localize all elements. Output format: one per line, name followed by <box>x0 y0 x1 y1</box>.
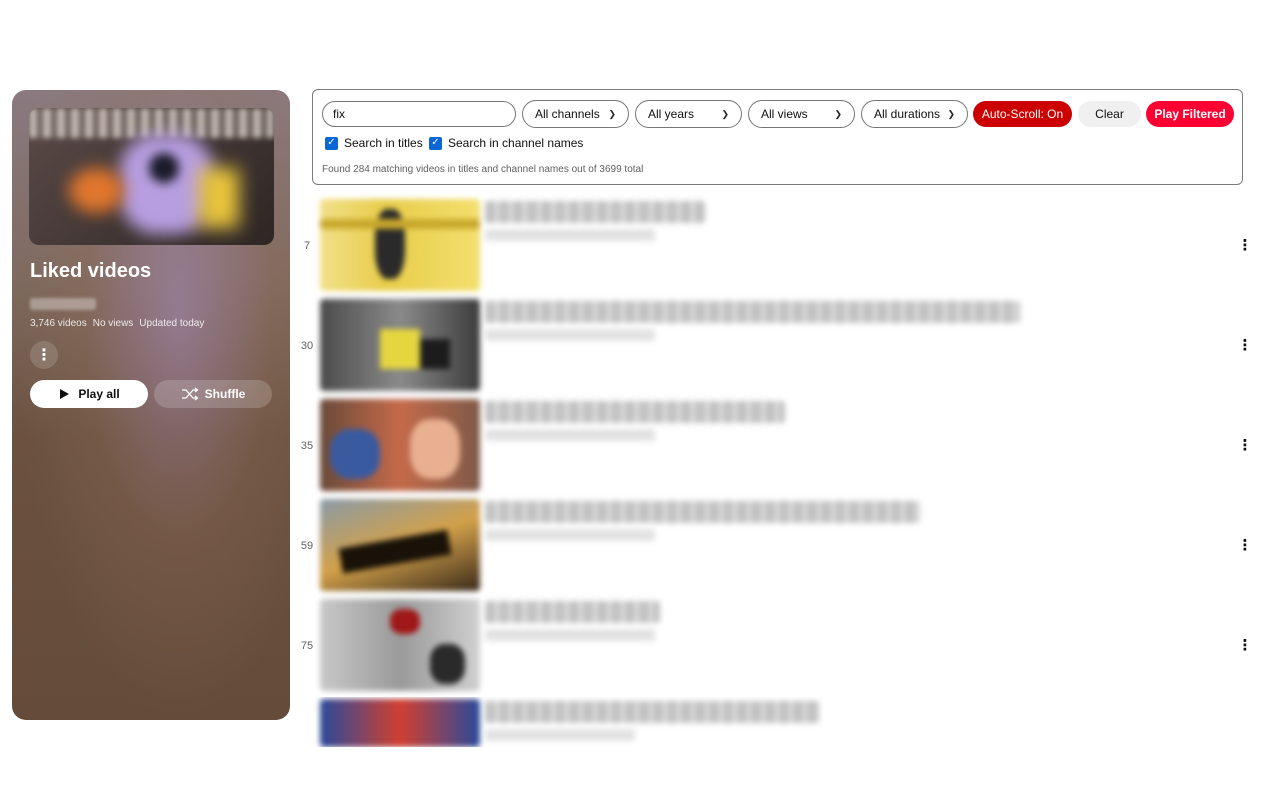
playlist-updated: Updated today <box>139 318 205 329</box>
video-row[interactable]: 75 ⋮ <box>295 597 1260 693</box>
play-filtered-button[interactable]: Play Filtered <box>1146 101 1234 127</box>
video-channel-blurred[interactable] <box>485 529 655 541</box>
video-channel-blurred[interactable] <box>485 429 655 441</box>
video-thumbnail[interactable] <box>320 699 480 747</box>
search-channels-checkbox[interactable]: ✓ Search in channel names <box>429 136 583 150</box>
shuffle-icon <box>181 387 199 401</box>
more-vert-icon[interactable]: ⋮ <box>1235 635 1255 655</box>
more-vert-icon[interactable]: ⋮ <box>1235 435 1255 455</box>
duration-select-value: All durations <box>874 107 941 121</box>
views-select-value: All views <box>761 107 808 121</box>
checkbox-checked-icon[interactable]: ✓ <box>429 136 442 150</box>
results-summary: Found 284 matching videos in titles and … <box>322 164 644 175</box>
playlist-meta: 3,746 videos No views Updated today <box>30 318 204 329</box>
video-thumbnail[interactable] <box>320 499 480 591</box>
video-row[interactable] <box>295 697 1260 747</box>
search-channels-label: Search in channel names <box>448 136 584 150</box>
video-index: 30 <box>300 340 314 352</box>
more-vert-icon[interactable]: ⋮ <box>1235 335 1255 355</box>
channel-select[interactable]: All channels ❯ <box>522 100 629 128</box>
channel-select-value: All channels <box>535 107 600 121</box>
video-channel-blurred[interactable] <box>485 329 655 341</box>
chevron-down-icon: ❯ <box>947 108 955 119</box>
year-select[interactable]: All years ❯ <box>635 100 742 128</box>
views-select[interactable]: All views ❯ <box>748 100 855 128</box>
chevron-down-icon: ❯ <box>608 108 616 119</box>
search-titles-checkbox[interactable]: ✓ Search in titles <box>325 136 423 150</box>
video-channel-blurred[interactable] <box>485 729 635 741</box>
auto-scroll-button[interactable]: Auto-Scroll: On <box>973 101 1072 127</box>
chevron-down-icon: ❯ <box>834 108 842 119</box>
video-title-blurred[interactable] <box>485 301 1020 323</box>
playlist-video-count: 3,746 videos <box>30 318 87 329</box>
video-row[interactable]: 7 ⋮ <box>295 197 1260 293</box>
more-vert-icon[interactable]: ⋮ <box>1235 535 1255 555</box>
duration-select[interactable]: All durations ❯ <box>861 100 968 128</box>
video-title-blurred[interactable] <box>485 601 660 623</box>
play-all-label: Play all <box>78 387 120 401</box>
shuffle-label: Shuffle <box>204 387 246 401</box>
play-all-button[interactable]: Play all <box>30 380 148 408</box>
checkbox-checked-icon[interactable]: ✓ <box>325 136 338 150</box>
video-channel-blurred[interactable] <box>485 629 655 641</box>
shuffle-button[interactable]: Shuffle <box>154 380 272 408</box>
video-row[interactable]: 35 ⋮ <box>295 397 1260 493</box>
video-index: 7 <box>303 240 311 252</box>
video-thumbnail[interactable] <box>320 399 480 491</box>
video-title-blurred[interactable] <box>485 201 705 223</box>
video-thumbnail[interactable] <box>320 299 480 391</box>
playlist-header-panel: Liked videos 3,746 videos No views Updat… <box>12 90 290 720</box>
video-title-blurred[interactable] <box>485 501 920 523</box>
video-index: 35 <box>300 440 314 452</box>
video-title-blurred[interactable] <box>485 401 785 423</box>
video-thumbnail[interactable] <box>320 599 480 691</box>
search-titles-label: Search in titles <box>344 136 423 150</box>
filter-panel: All channels ❯ All years ❯ All views ❯ A… <box>312 89 1243 185</box>
more-options-icon[interactable]: ⋮ <box>30 341 58 369</box>
video-title-blurred[interactable] <box>485 701 820 723</box>
clear-button[interactable]: Clear <box>1078 101 1141 127</box>
chevron-down-icon: ❯ <box>721 108 729 119</box>
video-row[interactable]: 30 ⋮ <box>295 297 1260 393</box>
video-channel-blurred[interactable] <box>485 229 655 241</box>
playlist-thumbnail[interactable] <box>29 108 274 245</box>
video-thumbnail[interactable] <box>320 199 480 291</box>
playlist-views: No views <box>92 318 134 329</box>
playlist-owner-blurred <box>30 298 96 310</box>
video-row[interactable]: 59 ⋮ <box>295 497 1260 593</box>
playlist-title: Liked videos <box>30 260 152 282</box>
search-input[interactable] <box>322 101 516 127</box>
video-index: 75 <box>300 640 314 652</box>
more-vert-icon[interactable]: ⋮ <box>1235 235 1255 255</box>
video-index: 59 <box>300 540 314 552</box>
year-select-value: All years <box>648 107 695 121</box>
play-icon <box>60 389 70 399</box>
